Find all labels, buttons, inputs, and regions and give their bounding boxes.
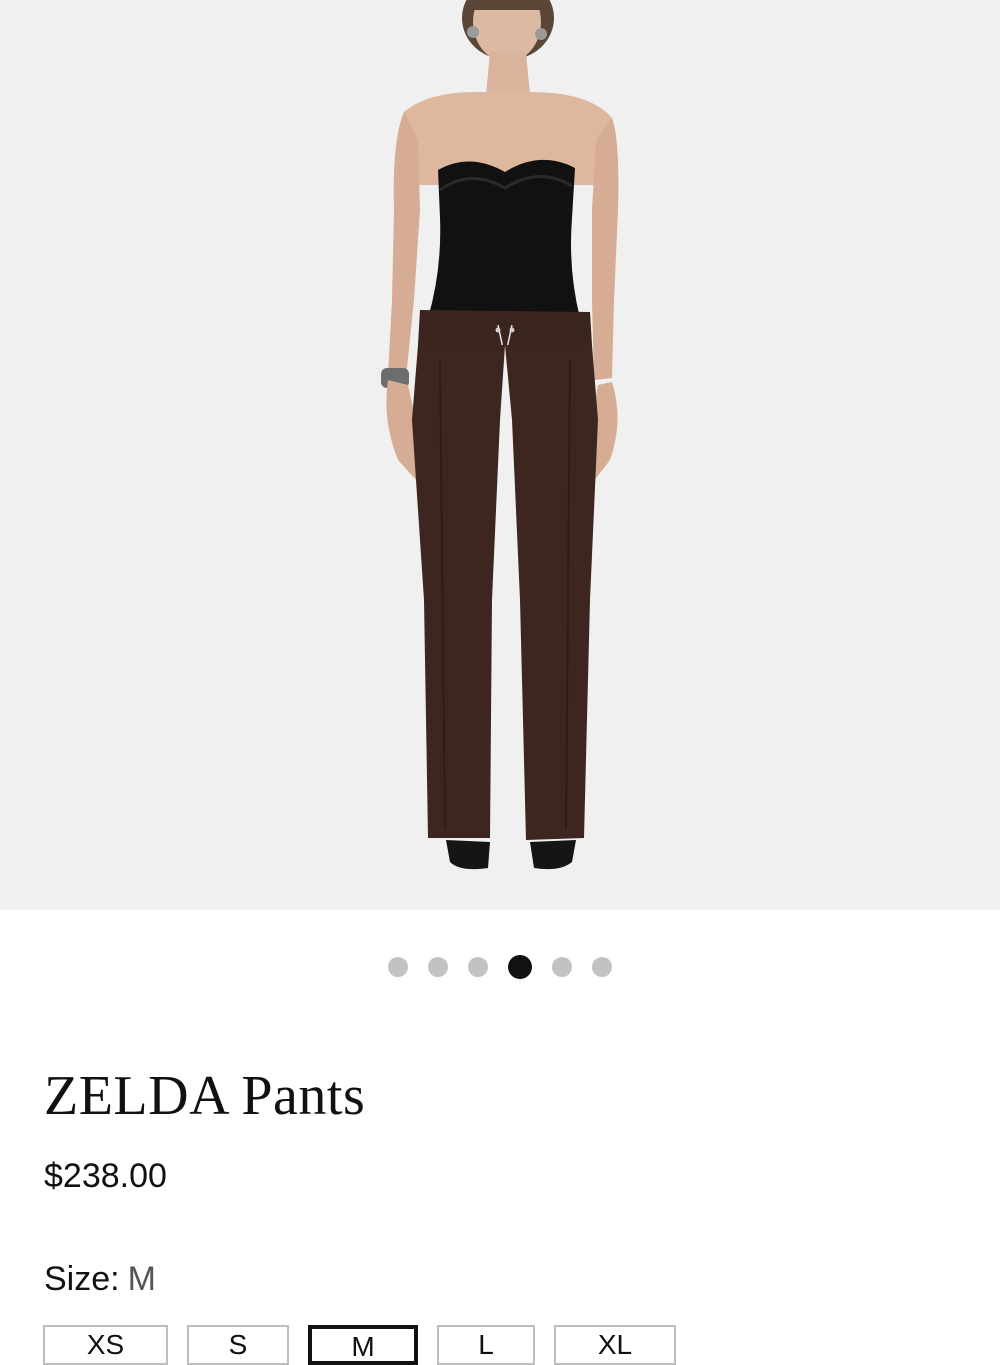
size-option-m[interactable]: M bbox=[308, 1325, 418, 1365]
size-option-l[interactable]: L bbox=[437, 1325, 535, 1365]
product-image bbox=[0, 0, 1000, 910]
selected-size-value: M bbox=[127, 1260, 156, 1298]
size-option-xl[interactable]: XL bbox=[554, 1325, 676, 1365]
gallery-pagination bbox=[0, 955, 1000, 979]
size-options: XS S M L XL bbox=[0, 1325, 1000, 1365]
gallery-dot-4-active[interactable] bbox=[508, 955, 532, 979]
gallery-dot-5[interactable] bbox=[552, 957, 572, 977]
gallery-dot-3[interactable] bbox=[468, 957, 488, 977]
size-selector-header: Size: M bbox=[44, 1259, 156, 1299]
product-price: $238.00 bbox=[44, 1157, 167, 1195]
product-title: ZELDA Pants bbox=[44, 1065, 366, 1127]
size-option-xs[interactable]: XS bbox=[43, 1325, 168, 1365]
gallery-dot-6[interactable] bbox=[592, 957, 612, 977]
gallery-dot-1[interactable] bbox=[388, 957, 408, 977]
product-image-gallery[interactable] bbox=[0, 0, 1000, 910]
size-label: Size: bbox=[44, 1260, 120, 1298]
gallery-dot-2[interactable] bbox=[428, 957, 448, 977]
size-option-s[interactable]: S bbox=[187, 1325, 289, 1365]
